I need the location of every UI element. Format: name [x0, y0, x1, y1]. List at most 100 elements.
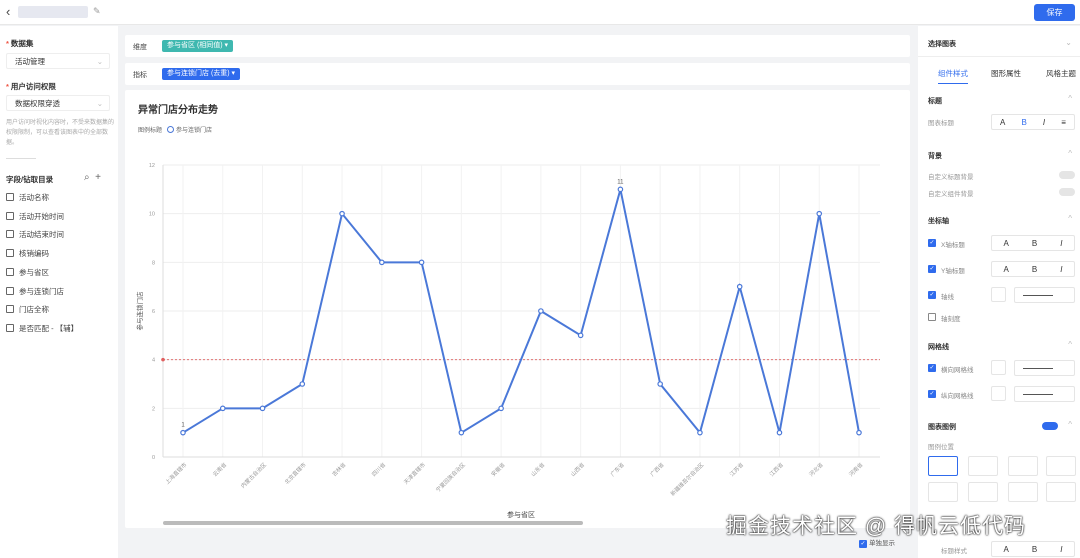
- bold-icon[interactable]: B: [1032, 265, 1037, 274]
- legend-toggle[interactable]: [1042, 422, 1058, 430]
- y-title-checkbox[interactable]: ✓: [928, 265, 936, 273]
- y-title-label: Y轴标题: [941, 268, 965, 275]
- data-point: [538, 308, 544, 314]
- chevron-down-icon[interactable]: ⌄: [1065, 38, 1072, 47]
- axis-line-checkbox[interactable]: ✓: [928, 291, 936, 299]
- legend-position-option[interactable]: [1008, 456, 1038, 476]
- data-point: [379, 259, 385, 266]
- chevron-up-icon[interactable]: ^: [1068, 214, 1072, 223]
- legend-position-option[interactable]: [1046, 482, 1076, 502]
- x-title-format: ABI: [991, 235, 1075, 251]
- y-axis-title: 参与连锁门店: [135, 291, 144, 331]
- axis-tick-checkbox[interactable]: [928, 313, 936, 321]
- v-grid-style-select[interactable]: [1014, 386, 1075, 402]
- data-point: [498, 405, 504, 412]
- bold-icon[interactable]: B: [1032, 545, 1037, 554]
- x-tick-label: 山东省: [529, 460, 547, 478]
- data-point: [776, 429, 783, 436]
- axis-line-style-select[interactable]: [1014, 287, 1075, 303]
- title-style-label: 标题样式: [941, 548, 967, 555]
- x-tick-label: 天津直辖市: [402, 460, 427, 485]
- legend-position-label: 图例位置: [928, 444, 954, 451]
- y-tick-label: 6: [152, 309, 155, 315]
- y-title-format: ABI: [991, 261, 1075, 277]
- chevron-up-icon[interactable]: ^: [1068, 94, 1072, 103]
- bg-title-label: 自定义标题背景: [928, 174, 974, 181]
- y-tick-label: 4: [152, 358, 155, 364]
- bold-icon[interactable]: B: [1032, 239, 1037, 248]
- horizontal-scrollbar[interactable]: [163, 521, 583, 525]
- chevron-up-icon[interactable]: ^: [1068, 149, 1072, 158]
- x-tick-label: 江苏省: [728, 460, 746, 478]
- data-point: [816, 210, 823, 217]
- x-tick-label: 山西省: [569, 460, 587, 478]
- font-icon[interactable]: A: [1004, 265, 1009, 274]
- legend-position-option[interactable]: [1008, 482, 1038, 502]
- v-grid-color[interactable]: [991, 386, 1006, 401]
- watermark: 掘金技术社区 @ 得帆云低代码: [726, 515, 1026, 538]
- font-icon[interactable]: A: [1000, 118, 1005, 127]
- x-tick-label: 河南省: [847, 460, 865, 478]
- align-icon[interactable]: ≡: [1061, 118, 1066, 127]
- legend-position-option[interactable]: [968, 456, 998, 476]
- bg-component-label: 自定义组件背景: [928, 191, 974, 198]
- x-title-checkbox[interactable]: ✓: [928, 239, 936, 247]
- title-section[interactable]: 标题: [928, 96, 942, 106]
- tab-theme[interactable]: 风格主题: [1046, 68, 1076, 79]
- font-icon[interactable]: A: [1004, 239, 1009, 248]
- legend-position-option[interactable]: [968, 482, 998, 502]
- tab-graph-props[interactable]: 图形属性: [991, 68, 1021, 79]
- data-point: [697, 429, 703, 436]
- x-tick-label: 四川省: [370, 460, 388, 478]
- data-point: [657, 381, 663, 387]
- background-section[interactable]: 背景: [928, 151, 942, 161]
- v-grid-checkbox[interactable]: ✓: [928, 390, 936, 398]
- axis-section[interactable]: 坐标轴: [928, 216, 949, 226]
- font-icon[interactable]: A: [1004, 545, 1009, 554]
- x-axis-title: 参与省区: [507, 510, 535, 519]
- title-format-group: A B I ≡: [991, 114, 1075, 130]
- x-tick-label: 云南省: [211, 460, 229, 478]
- data-label: 11: [617, 179, 624, 185]
- legend-position-option[interactable]: [928, 456, 958, 476]
- italic-icon[interactable]: I: [1060, 239, 1062, 248]
- x-tick-label: 新疆维吾尔自治区: [669, 460, 706, 497]
- legend-section[interactable]: 图表图例: [928, 422, 956, 432]
- axis-line-color[interactable]: [991, 287, 1006, 302]
- data-point: [418, 259, 425, 266]
- data-point: [736, 283, 743, 290]
- x-tick-label: 广西省: [648, 460, 666, 478]
- bg-component-toggle[interactable]: [1059, 188, 1075, 196]
- data-point: [856, 429, 862, 436]
- x-tick-label: 安徽省: [489, 460, 507, 478]
- v-grid-label: 纵向网格线: [941, 393, 974, 400]
- h-grid-color[interactable]: [991, 360, 1006, 375]
- tab-component-style[interactable]: 组件样式: [938, 68, 968, 84]
- bg-title-toggle[interactable]: [1059, 171, 1075, 179]
- reference-marker: [161, 357, 165, 362]
- bold-icon[interactable]: B: [1021, 118, 1026, 127]
- x-tick-label: 河北省: [807, 460, 825, 478]
- italic-icon[interactable]: I: [1060, 265, 1062, 274]
- data-point: [617, 186, 624, 193]
- x-tick-label: 江西省: [768, 460, 786, 478]
- italic-icon[interactable]: I: [1043, 118, 1045, 127]
- h-grid-checkbox[interactable]: ✓: [928, 364, 936, 372]
- legend-position-option[interactable]: [928, 482, 958, 502]
- legend-position-option[interactable]: [1046, 456, 1076, 476]
- right-panel: 选择图表 ⌄ 组件样式 图形属性 风格主题 标题 ^ 图表标题 A B I ≡ 背景 ^ 自…: [918, 26, 1080, 558]
- data-point: [299, 381, 306, 387]
- italic-icon[interactable]: I: [1060, 545, 1062, 554]
- chevron-up-icon[interactable]: ^: [1068, 340, 1072, 349]
- x-tick-label: 上海直辖市: [163, 460, 188, 485]
- x-title-label: X轴标题: [941, 242, 965, 249]
- x-tick-label: 广东省: [608, 460, 626, 478]
- x-tick-label: 宁夏回族自治区: [434, 460, 467, 493]
- chevron-up-icon[interactable]: ^: [1068, 420, 1072, 429]
- x-tick-label: 吉林省: [330, 460, 348, 478]
- select-chart-header[interactable]: 选择图表: [928, 39, 956, 49]
- data-point: [339, 210, 345, 217]
- data-point: [577, 332, 584, 339]
- grid-section[interactable]: 网格线: [928, 342, 949, 352]
- h-grid-style-select[interactable]: [1014, 360, 1075, 376]
